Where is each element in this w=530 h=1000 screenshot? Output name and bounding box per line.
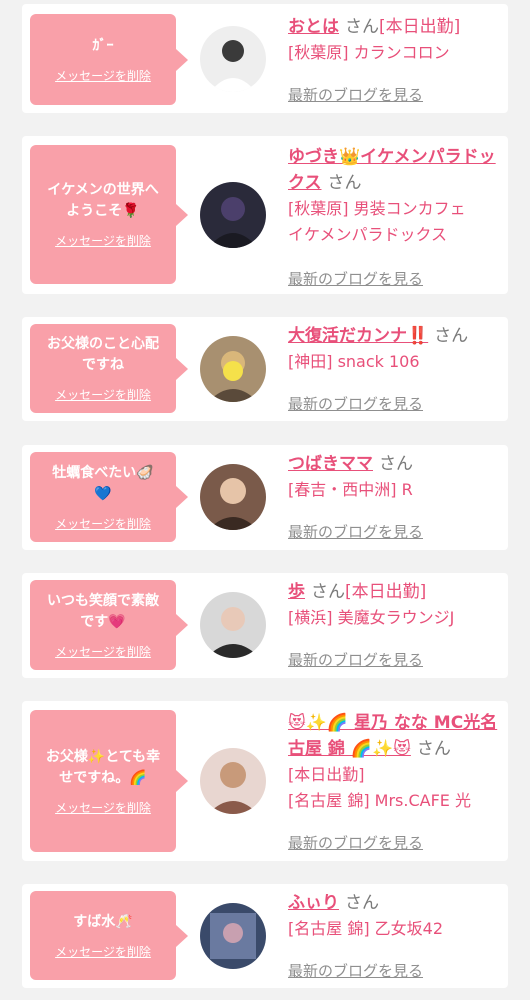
avatar[interactable] xyxy=(200,182,266,248)
list-item: お父様✨とても幸 せですね。🌈 メッセージを削除 😻✨🌈 星乃 なな MC光名古… xyxy=(22,701,508,861)
person-photo-icon xyxy=(200,903,266,969)
honorific: さん xyxy=(379,454,413,474)
avatar[interactable] xyxy=(200,748,266,814)
message-text: お父様のこと心配 ですね xyxy=(47,336,159,373)
shop-info: [秋葉原] カランコロン xyxy=(288,43,450,62)
honorific: さん xyxy=(311,582,345,602)
list-item: ｶﾞｰ メッセージを削除 おとは さん[本日出勤] [秋葉原] カランコロン 最新… xyxy=(22,4,508,113)
person-photo-icon xyxy=(200,26,266,92)
delete-message-link[interactable]: メッセージを削除 xyxy=(55,799,151,816)
honorific: さん xyxy=(434,326,469,346)
delete-message-link[interactable]: メッセージを削除 xyxy=(55,515,151,532)
delete-message-link[interactable]: メッセージを削除 xyxy=(55,386,151,403)
message-bubble: いつも笑顔で素敵 です💗 メッセージを削除 xyxy=(30,580,188,670)
member-name-link[interactable]: ふぃり xyxy=(288,893,339,913)
message-text: すば水🥂 xyxy=(73,913,133,930)
delete-message-link[interactable]: メッセージを削除 xyxy=(55,643,151,660)
message-list: ｶﾞｰ メッセージを削除 おとは さん[本日出勤] [秋葉原] カランコロン 最新… xyxy=(0,0,530,1000)
latest-blog-link[interactable]: 最新のブログを見る xyxy=(288,521,423,542)
message-bubble: お父様のこと心配 ですね メッセージを削除 xyxy=(30,324,188,413)
avatar[interactable] xyxy=(200,26,266,92)
status-tag: [本日出勤] xyxy=(379,17,461,37)
member-name-link[interactable]: おとは xyxy=(288,17,339,37)
member-name-link[interactable]: 歩 xyxy=(288,582,305,602)
latest-blog-link[interactable]: 最新のブログを見る xyxy=(288,268,423,289)
member-name-link[interactable]: 大復活だカンナ‼️ xyxy=(288,326,428,346)
shop-info: [神田] snack 106 xyxy=(288,352,420,371)
avatar[interactable] xyxy=(200,592,266,658)
latest-blog-link[interactable]: 最新のブログを見る xyxy=(288,84,423,105)
latest-blog-link[interactable]: 最新のブログを見る xyxy=(288,393,423,414)
status-tag: [本日出勤] xyxy=(288,765,365,784)
honorific: さん xyxy=(416,739,451,759)
message-bubble: イケメンの世界へ ようこそ🌹 メッセージを削除 xyxy=(30,145,188,284)
list-item: お父様のこと心配 ですね メッセージを削除 大復活だカンナ‼️ さん [神田] s… xyxy=(22,317,508,421)
member-name-link[interactable]: つばきママ xyxy=(288,454,373,474)
honorific: さん xyxy=(327,173,362,193)
message-bubble: すば水🥂 メッセージを削除 xyxy=(30,891,188,980)
person-photo-icon xyxy=(200,182,266,248)
delete-message-link[interactable]: メッセージを削除 xyxy=(55,232,151,249)
message-text: イケメンの世界へ ようこそ🌹 xyxy=(47,182,159,219)
message-bubble: ｶﾞｰ メッセージを削除 xyxy=(30,14,188,105)
shop-info: イケメンパラドックス xyxy=(288,225,448,244)
honorific: さん xyxy=(345,893,379,913)
latest-blog-link[interactable]: 最新のブログを見る xyxy=(288,832,423,853)
list-item: イケメンの世界へ ようこそ🌹 メッセージを削除 ゆづき👑イケメンパラドックス さん… xyxy=(22,136,508,294)
latest-blog-link[interactable]: 最新のブログを見る xyxy=(288,960,423,981)
list-item: いつも笑顔で素敵 です💗 メッセージを削除 歩さん[本日出勤] [横浜] 美魔女… xyxy=(22,573,508,678)
list-item: 牡蠣食べたい🦪 💙 メッセージを削除 つばきママ さん [春吉・西中洲] R 最新… xyxy=(22,445,508,550)
shop-info: [名古屋 錦] 乙女坂42 xyxy=(288,919,444,938)
shop-info: [横浜] 美魔女ラウンジJ xyxy=(288,608,455,627)
shop-info: [名古屋 錦] Mrs.CAFE 光 xyxy=(288,791,471,810)
person-photo-icon xyxy=(200,592,266,658)
member-name-link[interactable]: 😻✨🌈 星乃 なな MC光名古屋 錦 🌈✨😻 xyxy=(288,713,497,759)
message-bubble: 牡蠣食べたい🦪 💙 メッセージを削除 xyxy=(30,452,188,542)
latest-blog-link[interactable]: 最新のブログを見る xyxy=(288,649,423,670)
person-photo-icon xyxy=(200,464,266,530)
avatar[interactable] xyxy=(200,336,266,402)
member-name-link[interactable]: ゆづき👑イケメンパラドックス xyxy=(288,147,496,193)
avatar[interactable] xyxy=(200,903,266,969)
message-bubble: お父様✨とても幸 せですね。🌈 メッセージを削除 xyxy=(30,710,188,852)
list-item: すば水🥂 メッセージを削除 ふぃり さん [名古屋 錦] 乙女坂42 最新のブログ… xyxy=(22,884,508,988)
avatar[interactable] xyxy=(200,464,266,530)
delete-message-link[interactable]: メッセージを削除 xyxy=(55,943,151,960)
message-text: お父様✨とても幸 せですね。🌈 xyxy=(45,748,161,786)
status-tag: [本日出勤] xyxy=(345,582,427,602)
honorific: さん xyxy=(345,17,379,37)
person-photo-icon xyxy=(200,748,266,814)
shop-info: [秋葉原] 男装コンカフェ xyxy=(288,199,466,218)
person-photo-icon xyxy=(200,336,266,402)
message-text: ｶﾞｰ xyxy=(92,37,114,54)
message-text: 牡蠣食べたい🦪 💙 xyxy=(52,464,154,502)
shop-info: [春吉・西中洲] R xyxy=(288,480,413,499)
message-text: いつも笑顔で素敵 です💗 xyxy=(47,592,159,630)
delete-message-link[interactable]: メッセージを削除 xyxy=(55,67,151,84)
